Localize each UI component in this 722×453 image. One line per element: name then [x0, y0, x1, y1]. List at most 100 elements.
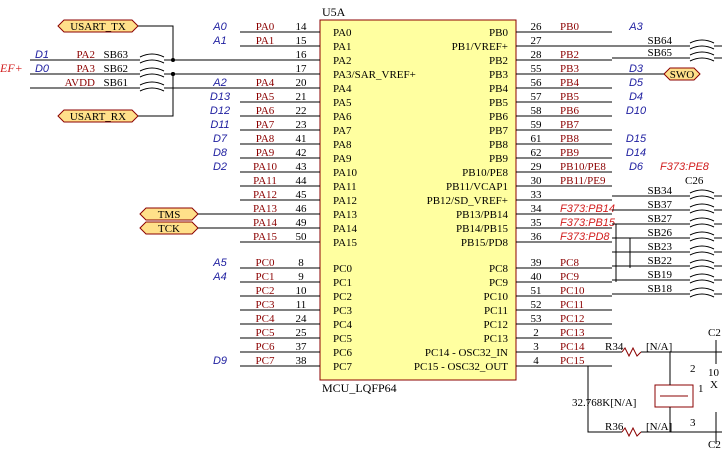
solder-bridge-ref: SB19	[648, 269, 673, 281]
left-arduino-label: A1	[212, 35, 226, 47]
left-pin-number: 14	[296, 21, 308, 33]
right-net-label: PC11	[560, 299, 584, 311]
left-net-label: PA4	[256, 77, 275, 89]
solder-bridge-symbol[interactable]	[689, 223, 715, 228]
bus-wire	[612, 237, 631, 268]
resistor-ref: R34	[605, 341, 624, 353]
left-net-label: PA5	[256, 91, 275, 103]
solder-bridge-symbol[interactable]	[139, 87, 165, 92]
right-pin-name: PB3	[489, 69, 508, 81]
junction-dot	[171, 58, 175, 62]
right-pin-name: PC13	[484, 333, 509, 345]
right-pin-number: 39	[531, 257, 543, 269]
solder-bridge-symbol[interactable]	[689, 209, 715, 214]
right-edge-label: C2	[708, 439, 721, 451]
solder-bridge-symbol[interactable]	[689, 45, 715, 50]
left-net-label: PC1	[256, 271, 275, 283]
component-designator: U5A	[322, 5, 346, 19]
left-pin-number: 50	[296, 231, 308, 243]
left-pin-name: PA12	[333, 195, 357, 207]
right-pin-name: PB9	[489, 153, 508, 165]
left-pin-name: PC0	[333, 263, 352, 275]
solder-bridge-ref: SB23	[648, 241, 673, 253]
solder-bridge-symbol[interactable]	[689, 251, 715, 256]
solder-bridge-symbol[interactable]	[689, 217, 715, 222]
crystal-pin-label: 2	[690, 363, 696, 375]
left-pin-name: PA10	[333, 167, 358, 179]
resistor-value: [N/A]	[646, 341, 672, 353]
tms-port-label: TMS	[158, 209, 181, 221]
solder-bridge-symbol[interactable]	[689, 259, 715, 264]
right-pin-number: 36	[531, 231, 543, 243]
resistor-symbol[interactable]	[621, 426, 642, 438]
solder-bridge-symbol[interactable]	[689, 203, 715, 208]
right-pin-name: PB6	[489, 111, 508, 123]
right-net-label: PB0	[560, 21, 579, 33]
right-pin-name: PB11/VCAP1	[446, 181, 508, 193]
right-pin-number: 52	[531, 299, 542, 311]
right-net-label: F373:PB14	[560, 203, 615, 215]
left-pin-name: PA11	[333, 181, 357, 193]
left-pin-number: 25	[296, 327, 308, 339]
solder-bridge-symbol[interactable]	[689, 57, 715, 62]
right-pin-number: 61	[531, 133, 542, 145]
right-pin-number: 28	[531, 49, 543, 61]
right-arduino-label: D10	[626, 105, 647, 117]
left-pin-name: PA1	[333, 41, 352, 53]
solder-bridge-symbol[interactable]	[689, 51, 715, 56]
left-net-label: PA10	[253, 161, 278, 173]
solder-bridge-symbol[interactable]	[689, 265, 715, 270]
right-note-label: F373:PE8	[660, 161, 710, 173]
solder-bridge-symbol[interactable]	[139, 73, 165, 78]
left-net-label: PA0	[256, 21, 275, 33]
left-net-label: PA7	[256, 119, 275, 131]
right-pin-number: 51	[531, 285, 542, 297]
left-pin-name: PA15	[333, 237, 358, 249]
solder-bridge-symbol[interactable]	[689, 237, 715, 242]
component-part-name: MCU_LQFP64	[322, 381, 397, 395]
right-net-label: PB2	[560, 49, 579, 61]
right-pin-number: 34	[531, 203, 543, 215]
solder-bridge-symbol[interactable]	[139, 67, 165, 72]
right-net-label: PB9	[560, 147, 579, 159]
left-pin-name: PA4	[333, 83, 352, 95]
right-net-label: PC13	[560, 327, 585, 339]
solder-bridge-symbol[interactable]	[139, 59, 165, 64]
solder-bridge-symbol[interactable]	[689, 279, 715, 284]
right-pin-number: 58	[531, 105, 543, 117]
left-arduino-label: D7	[213, 133, 228, 145]
solder-bridge-symbol[interactable]	[689, 245, 715, 250]
right-arduino-label: D6	[629, 161, 644, 173]
usart-rx-port-label: USART_RX	[70, 111, 126, 123]
right-pin-name: PC11	[484, 305, 508, 317]
left-pin-name: PA8	[333, 139, 352, 151]
solder-bridge-symbol[interactable]	[689, 273, 715, 278]
solder-bridge-symbol[interactable]	[689, 293, 715, 298]
solder-bridge-symbol[interactable]	[139, 81, 165, 86]
solder-bridge-symbol[interactable]	[689, 189, 715, 194]
solder-bridge-symbol[interactable]	[689, 287, 715, 292]
resistor-symbol[interactable]	[621, 346, 642, 358]
right-net-label: PC14	[560, 341, 585, 353]
right-net-label: PB10/PE8	[560, 161, 606, 173]
left-arduino-label: A0	[212, 21, 227, 33]
right-net-label: PB8	[560, 133, 579, 145]
left-pin-name: PA7	[333, 125, 352, 137]
right-pin-name: PB15/PD8	[461, 237, 509, 249]
solder-bridge-symbol[interactable]	[139, 53, 165, 58]
left-pin-name: PA2	[333, 55, 352, 67]
solder-bridge-ref: SB26	[648, 227, 673, 239]
right-net-label: PC8	[560, 257, 579, 269]
right-pin-name: PC15 - OSC32_OUT	[414, 361, 508, 373]
crystal-pin-label: 3	[690, 417, 696, 429]
right-pin-name: PC9	[489, 277, 508, 289]
solder-bridge-ref: SB61	[104, 77, 128, 89]
solder-bridge-symbol[interactable]	[689, 39, 715, 44]
left-net-label: PC3	[256, 299, 275, 311]
solder-bridge-symbol[interactable]	[689, 195, 715, 200]
left-pin-name: PA14	[333, 223, 358, 235]
solder-bridge-net: PA3	[76, 63, 95, 75]
left-net-label: PC0	[256, 257, 275, 269]
solder-bridge-symbol[interactable]	[689, 231, 715, 236]
right-net-label: PB6	[560, 105, 579, 117]
